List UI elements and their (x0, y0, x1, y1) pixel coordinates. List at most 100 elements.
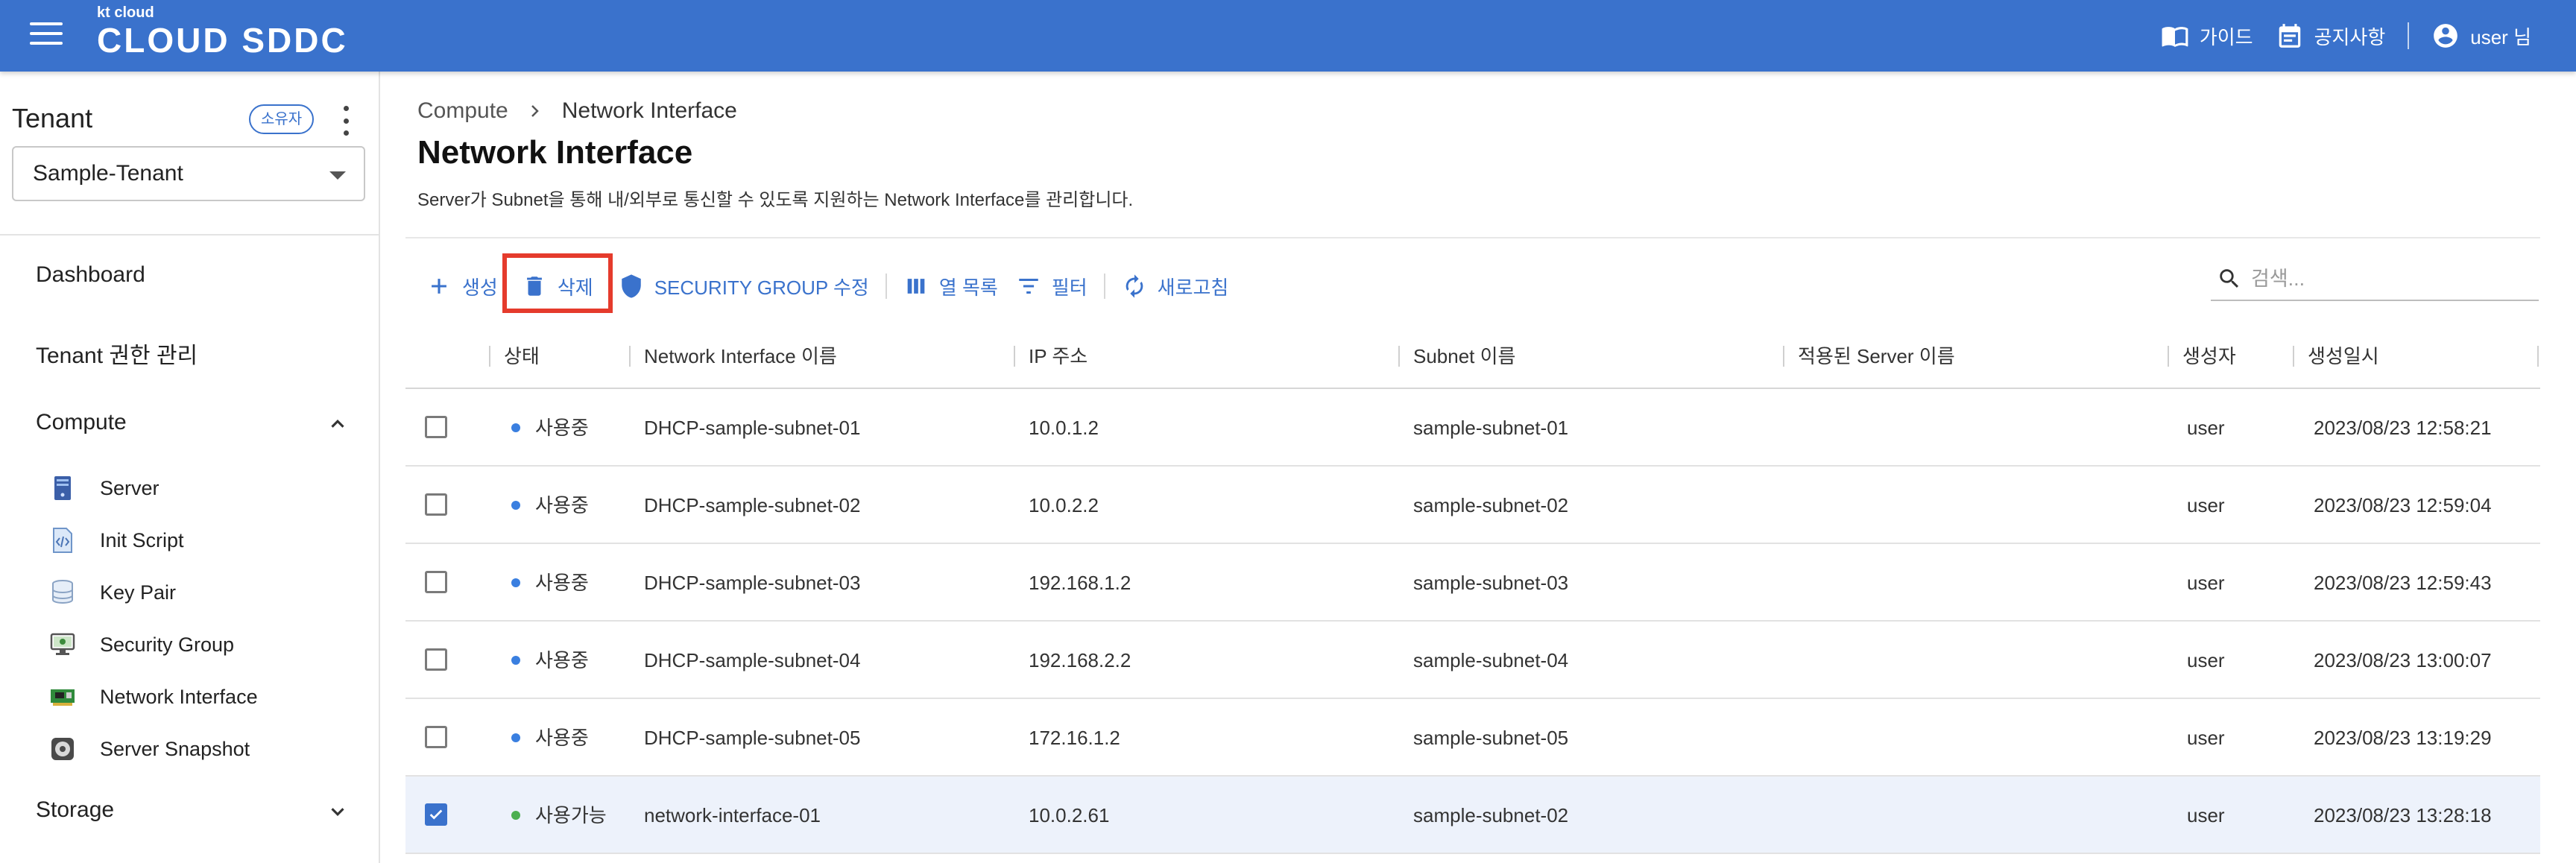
breadcrumb-compute[interactable]: Compute (417, 98, 508, 124)
security-group-label: Security Group (100, 633, 235, 656)
sidebar-item-dashboard[interactable]: Dashboard (36, 262, 145, 288)
server-snapshot-icon (49, 736, 76, 762)
created-cell: 2023/08/23 12:59:43 (2314, 572, 2492, 594)
sidebar-divider (0, 234, 379, 235)
table-row[interactable]: 사용중 DHCP-sample-subnet-05 172.16.1.2 sam… (405, 699, 2540, 777)
refresh-button[interactable]: 새로고침 (1113, 262, 1238, 310)
guide-link[interactable]: 가이드 (2161, 22, 2253, 50)
created-cell: 2023/08/23 13:28:18 (2314, 804, 2492, 826)
name-cell[interactable]: DHCP-sample-subnet-03 (644, 544, 860, 622)
column-header-status[interactable]: 상태 (504, 323, 540, 389)
column-divider (489, 346, 490, 367)
status-cell: 사용중 (511, 622, 589, 699)
notice-link[interactable]: 공지사항 (2276, 22, 2386, 50)
table-header: 상태 Network Interface 이름 IP 주소 Subnet 이름 … (405, 323, 2540, 389)
columns-button[interactable]: 열 목록 (894, 262, 1007, 310)
create-button[interactable]: 생성 (417, 262, 507, 310)
logo[interactable]: kt cloud CLOUD SDDC (97, 4, 348, 60)
sidebar-item-key-pair[interactable]: Key Pair (49, 574, 176, 611)
main-content: Compute Network Interface Network Interf… (382, 72, 2576, 863)
server-icon (49, 475, 76, 502)
plus-icon (432, 279, 446, 294)
key-pair-icon (49, 579, 76, 606)
name-cell[interactable]: DHCP-sample-subnet-02 (644, 467, 860, 544)
search-box[interactable] (2211, 258, 2539, 301)
row-checkbox[interactable] (425, 726, 447, 748)
status-cell: 사용중 (511, 389, 589, 467)
created-cell: 2023/08/23 12:58:21 (2314, 417, 2492, 439)
created-cell: 2023/08/23 13:00:07 (2314, 649, 2492, 671)
network-interface-icon (49, 683, 76, 710)
row-checkbox[interactable] (425, 493, 447, 516)
tenant-select[interactable]: Sample-Tenant (12, 146, 365, 201)
security-group-edit-button[interactable]: SECURITY GROUP 수정 (610, 262, 878, 310)
column-header-created[interactable]: 생성일시 (2308, 323, 2379, 389)
row-checkbox[interactable] (425, 571, 447, 593)
delete-label: 삭제 (557, 276, 593, 299)
trash-icon (526, 276, 542, 296)
breadcrumb-current: Network Interface (561, 98, 737, 123)
subnet-cell: sample-subnet-04 (1413, 649, 1569, 671)
logo-small: kt cloud (97, 4, 154, 21)
column-header-ip[interactable]: IP 주소 (1029, 323, 1087, 389)
status-dot (511, 423, 520, 433)
storage-label: Storage (36, 797, 115, 822)
name-cell[interactable]: DHCP-sample-subnet-04 (644, 622, 860, 699)
logo-big: CLOUD SDDC (97, 21, 348, 60)
table-row[interactable]: 사용중 DHCP-sample-subnet-02 10.0.2.2 sampl… (405, 467, 2540, 544)
column-divider (629, 346, 631, 367)
owner-badge: 소유자 (249, 104, 315, 134)
table-row[interactable]: 사용중 DHCP-sample-subnet-03 192.168.1.2 sa… (405, 544, 2540, 622)
column-header-subnet[interactable]: Subnet 이름 (1413, 323, 1515, 389)
sidebar: Tenant 소유자 Sample-Tenant Dashboard Tenan… (0, 72, 380, 863)
table-row[interactable]: 사용가능 network-interface-01 10.0.2.61 samp… (405, 777, 2540, 854)
name-cell[interactable]: DHCP-sample-subnet-05 (644, 699, 860, 777)
calendar-icon (2279, 24, 2300, 48)
column-header-server[interactable]: 적용된 Server 이름 (1798, 323, 1955, 389)
user-menu[interactable]: user 님 (2431, 22, 2531, 50)
creator-cell: user (2187, 417, 2225, 439)
sidebar-item-security-group[interactable]: Security Group (49, 626, 234, 663)
status-dot (511, 501, 520, 510)
sidebar-group-compute[interactable]: Compute (36, 410, 349, 435)
page-description: Server가 Subnet을 통해 내/외부로 통신할 수 있도록 지원하는 … (417, 190, 1134, 210)
sidebar-item-init-script[interactable]: Init Script (49, 522, 184, 559)
ip-cell: 192.168.1.2 (1029, 572, 1131, 594)
row-checkbox[interactable] (425, 648, 447, 671)
more-vert-icon[interactable] (338, 106, 353, 136)
row-checkbox[interactable] (425, 803, 447, 826)
status-text: 사용중 (535, 572, 589, 594)
columns-label: 열 목록 (938, 276, 998, 299)
menu-icon[interactable] (30, 22, 63, 49)
sidebar-item-server[interactable]: Server (49, 470, 160, 507)
row-checkbox[interactable] (425, 416, 447, 438)
notice-label: 공지사항 (2314, 25, 2386, 48)
sidebar-group-storage[interactable]: Storage (36, 797, 349, 823)
table-row[interactable]: 사용중 DHCP-sample-subnet-01 10.0.1.2 sampl… (405, 389, 2540, 467)
filter-button[interactable]: 필터 (1007, 262, 1096, 310)
column-divider (1398, 346, 1400, 367)
account-icon (2434, 24, 2458, 48)
search-input[interactable] (2251, 267, 2534, 291)
table-row[interactable]: 사용중 DHCP-sample-subnet-04 192.168.2.2 sa… (405, 622, 2540, 699)
sidebar-item-network-interface[interactable]: Network Interface (49, 678, 258, 715)
chevron-right-icon (531, 105, 539, 117)
sidebar-item-server-snapshot[interactable]: Server Snapshot (49, 730, 250, 768)
column-header-name[interactable]: Network Interface 이름 (644, 323, 837, 389)
book-icon (2162, 27, 2188, 48)
column-divider (1014, 346, 1015, 367)
filter-label: 필터 (1051, 276, 1087, 299)
status-text: 사용중 (535, 494, 589, 516)
name-cell[interactable]: network-interface-01 (644, 777, 821, 854)
delete-button[interactable]: 삭제 (513, 262, 602, 310)
sidebar-item-tenant-permission[interactable]: Tenant 권한 관리 (36, 337, 198, 370)
name-cell[interactable]: DHCP-sample-subnet-01 (644, 389, 860, 467)
column-header-creator[interactable]: 생성자 (2182, 323, 2236, 389)
check-icon (429, 809, 443, 820)
status-text: 사용중 (535, 417, 589, 439)
chevron-down-icon (331, 808, 344, 816)
server-label: Server (100, 476, 160, 499)
chevron-up-icon (331, 420, 344, 428)
network-interface-table: 상태 Network Interface 이름 IP 주소 Subnet 이름 … (405, 323, 2540, 854)
status-text: 사용중 (535, 727, 589, 749)
